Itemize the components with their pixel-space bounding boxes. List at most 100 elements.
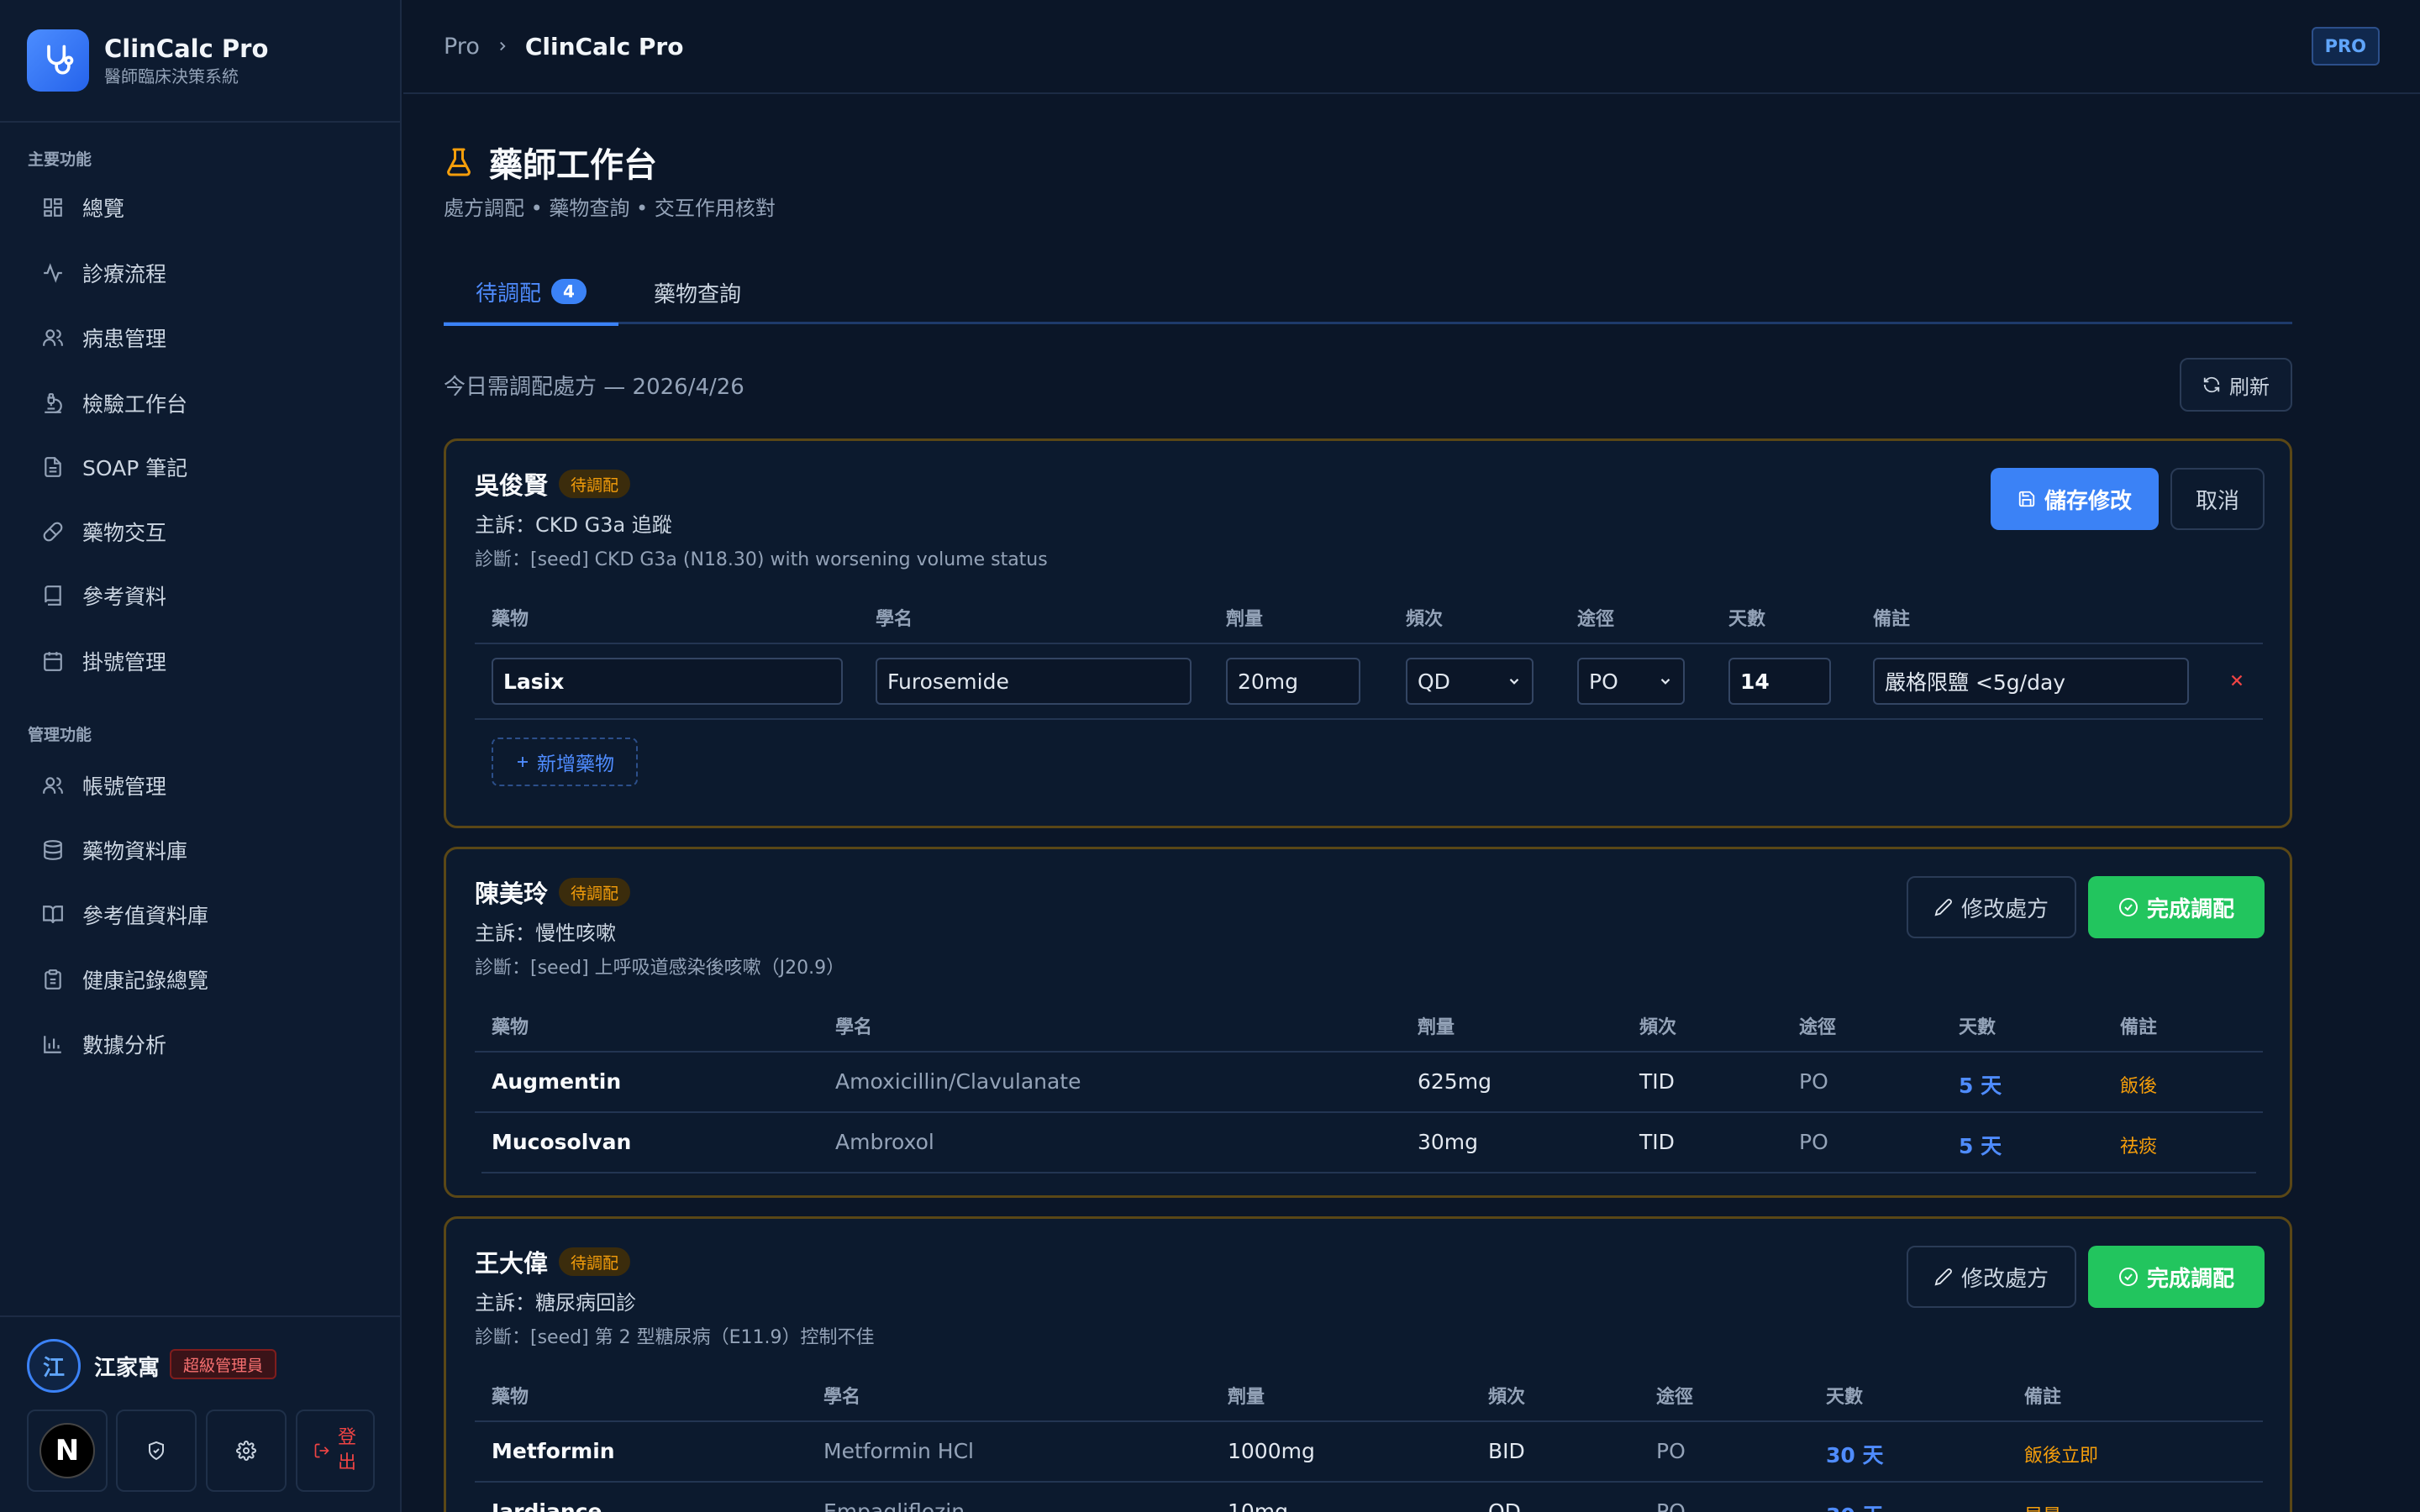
col-header-note: 備註 (2024, 1387, 2062, 1408)
sidebar-item-patients[interactable]: 病患管理 (27, 311, 380, 365)
logout-button[interactable]: 登 出 (296, 1410, 375, 1492)
complete-label: 完成調配 (2146, 896, 2234, 922)
sidebar-item-reference[interactable]: 參考資料 (27, 569, 380, 622)
dose: 625mg (1418, 1069, 1491, 1094)
sidebar-item-label: 總覽 (82, 197, 125, 221)
days: 5 天 (1959, 1134, 2002, 1158)
generic-name: Metformin HCl (823, 1439, 974, 1463)
col-header-freq: 頻次 (1406, 609, 1444, 630)
patient-name: 吳俊賢 (475, 471, 549, 500)
prescription-card: 吳俊賢 待調配 主訴：CKD G3a 追蹤 診斷：[seed] CKD G3a … (444, 438, 2292, 828)
breadcrumb: Pro ClinCalc Pro (444, 33, 683, 60)
patient-name: 王大偉 (475, 1249, 549, 1278)
note: 飯後 (2120, 1076, 2158, 1097)
save-icon (2018, 490, 2036, 508)
tab-drug-lookup[interactable]: 藥物查詢 (654, 260, 741, 324)
next-logo-button[interactable]: N (27, 1410, 108, 1492)
sidebar-item-workflow[interactable]: 診療流程 (27, 246, 380, 300)
freq-select[interactable]: QD (1406, 658, 1534, 705)
page-title: 藥師工作台 (489, 146, 657, 185)
sidebar-item-label: 掛號管理 (82, 650, 167, 675)
sidebar-item-analytics[interactable]: 數據分析 (27, 1017, 380, 1071)
tab-label: 藥物查詢 (654, 281, 742, 307)
dose: 30mg (1418, 1130, 1479, 1154)
complete-dispense-button[interactable]: 完成調配 (2088, 876, 2265, 938)
microscope-icon (40, 391, 66, 416)
complete-dispense-button[interactable]: 完成調配 (2088, 1246, 2265, 1308)
generic-input[interactable]: Furosemide (876, 658, 1192, 705)
remove-drug-icon[interactable] (2228, 671, 2246, 690)
sidebar-item-accounts[interactable]: 帳號管理 (27, 759, 380, 812)
generic-name: Amoxicillin/Clavulanate (835, 1069, 1081, 1094)
sidebar-item-interaction[interactable]: 藥物交互 (27, 505, 380, 559)
days: 5 天 (1959, 1074, 2002, 1098)
sidebar-item-label: 診療流程 (82, 262, 167, 286)
bar-chart-icon (40, 1032, 66, 1057)
grid-icon (40, 195, 66, 220)
frequency: TID (1639, 1130, 1675, 1154)
drug-name: Metformin (492, 1439, 615, 1463)
route-select[interactable]: PO (1577, 658, 1685, 705)
sidebar-item-label: 數據分析 (82, 1033, 167, 1058)
dose: 10mg (1228, 1499, 1289, 1512)
database-icon (40, 837, 66, 863)
status-badge: 待調配 (559, 878, 631, 906)
open-book-icon (40, 902, 66, 927)
tab-count-badge: 4 (551, 279, 587, 304)
refresh-button[interactable]: 刷新 (2180, 358, 2292, 412)
sidebar-item-label: 藥物資料庫 (82, 839, 188, 864)
breadcrumb-parent[interactable]: Pro (444, 34, 480, 60)
edit-label: 修改處方 (1960, 1266, 2049, 1292)
chief-complaint: 主訴：糖尿病回診 (475, 1291, 636, 1315)
avatar[interactable]: 江 (27, 1339, 81, 1393)
settings-button[interactable] (206, 1410, 287, 1492)
note: 祛痰 (2120, 1137, 2158, 1158)
edit-prescription-button[interactable]: 修改處方 (1907, 1246, 2076, 1308)
user-panel: 江 江家寓 超級管理員 N 登 出 (0, 1315, 402, 1512)
sidebar-item-ref-values[interactable]: 參考值資料庫 (27, 888, 380, 942)
sidebar-item-registration[interactable]: 掛號管理 (27, 634, 380, 688)
sidebar-item-health-records[interactable]: 健康記錄總覽 (27, 953, 380, 1006)
note-input[interactable]: 嚴格限鹽 <5g/day (1873, 658, 2189, 705)
tab-pending[interactable]: 待調配 4 (444, 260, 618, 326)
sidebar-item-label: 檢驗工作台 (82, 392, 188, 417)
col-header-generic: 學名 (876, 609, 913, 630)
refresh-label: 刷新 (2229, 375, 2270, 399)
brand[interactable]: ClinCalc Pro 醫師臨床決策系統 (0, 0, 400, 123)
drug-name: Mucosolvan (492, 1130, 632, 1154)
days: 30 天 (1826, 1443, 1884, 1467)
days-input[interactable]: 14 (1728, 658, 1831, 705)
flask-icon (444, 145, 474, 179)
edit-prescription-button[interactable]: 修改處方 (1907, 876, 2076, 938)
sidebar-item-lab[interactable]: 檢驗工作台 (27, 376, 380, 430)
dose-input[interactable]: 20mg (1226, 658, 1360, 705)
logout-label: 登 出 (337, 1427, 356, 1473)
col-header-generic: 學名 (835, 1017, 873, 1038)
sidebar-item-label: SOAP 筆記 (82, 456, 188, 480)
security-button[interactable] (116, 1410, 197, 1492)
col-header-drug: 藥物 (492, 1387, 529, 1408)
sidebar-item-label: 藥物交互 (82, 521, 167, 545)
pill-icon (40, 519, 66, 544)
sidebar-item-soap[interactable]: SOAP 筆記 (27, 440, 380, 494)
check-circle-icon (2118, 897, 2139, 917)
divider (475, 643, 2263, 644)
document-icon (40, 454, 66, 480)
save-changes-button[interactable]: 儲存修改 (1991, 468, 2159, 530)
col-header-days: 天數 (1826, 1387, 1864, 1408)
cancel-button[interactable]: 取消 (2170, 468, 2265, 530)
cancel-label: 取消 (2195, 488, 2239, 514)
activity-icon (40, 260, 66, 286)
add-drug-button[interactable]: 新增藥物 (492, 738, 638, 786)
stethoscope-icon (27, 29, 89, 92)
calendar-icon (40, 648, 66, 674)
add-drug-label: 新增藥物 (537, 753, 614, 775)
sidebar-item-overview[interactable]: 總覽 (27, 181, 380, 234)
frequency: QD (1488, 1499, 1521, 1512)
drug-input[interactable]: Lasix (492, 658, 843, 705)
next-logo-icon: N (39, 1423, 95, 1478)
pencil-icon (1934, 898, 1953, 916)
drug-name: Augmentin (492, 1069, 622, 1094)
sidebar-item-drug-db[interactable]: 藥物資料庫 (27, 823, 380, 877)
col-header-route: 途徑 (1656, 1387, 1694, 1408)
